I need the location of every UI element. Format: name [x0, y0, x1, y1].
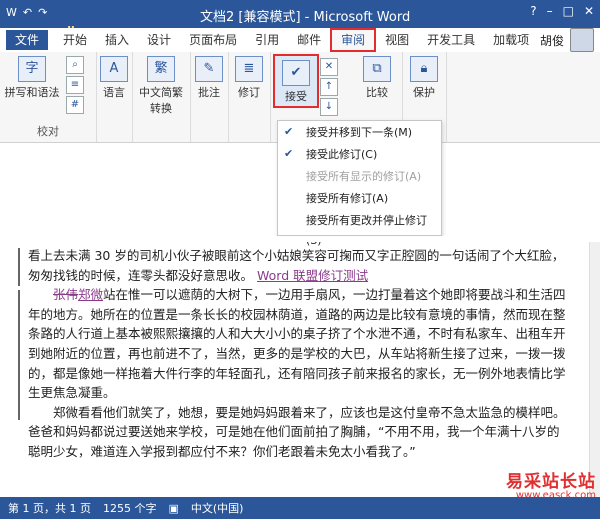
user-name[interactable]: 胡俊 — [540, 32, 564, 49]
menu-item-accept-this[interactable]: ✔ 接受此修订(C) — [278, 145, 441, 165]
paragraph-3: 郑微看看他们就笑了，她想，要是她妈妈跟着来了，应该也是这付皇帝不急太监急的模样吧… — [28, 403, 568, 462]
inserted-revision: 郑微 — [78, 287, 104, 303]
comments-group: ✎ 批注 — [190, 52, 229, 142]
comments-label: 批注 — [198, 86, 220, 99]
compare-button[interactable]: ⧉ 比较 — [360, 56, 394, 100]
menu-item-accept-all-stop[interactable]: 接受所有更改并停止修订(S) — [278, 211, 441, 247]
tab-insert[interactable]: 插入 — [96, 30, 138, 50]
menu-item-accept-all-shown: 接受所有显示的修订(A) — [278, 167, 441, 187]
avatar[interactable] — [570, 28, 594, 52]
research-icon[interactable]: ⌕ — [66, 56, 84, 74]
track-changes-icon: ≣ — [235, 56, 263, 82]
close-button[interactable]: ✕ — [584, 4, 594, 18]
proofing-group-label: 校对 — [37, 125, 59, 138]
tab-addins[interactable]: 加载项 — [484, 30, 538, 50]
comment-icon: ✎ — [195, 56, 223, 82]
tab-developer[interactable]: 开发工具 — [418, 30, 484, 50]
change-bar — [18, 248, 20, 286]
chinese-convert-label: 中文简繁转换 — [139, 86, 183, 115]
word-logo-icon: W — [6, 6, 17, 19]
protect-button[interactable]: 🔒︎ 保护 — [406, 56, 442, 100]
chinese-convert-icon: 繁 — [147, 56, 175, 82]
restore-button[interactable]: □ — [563, 4, 574, 18]
spelling-label: 拼写和语法 — [4, 86, 60, 99]
proofing-group: 字 拼写和语法 ⌕ ≡ # 校对 — [0, 52, 97, 142]
document-body[interactable]: 看上去未满 30 岁的司机小伙子被眼前这个小姑娘笑容可掬而又字正腔圆的一句话闹了… — [28, 246, 568, 462]
site-logo: 易采站长站 — [506, 472, 596, 492]
language-icon: A — [100, 56, 128, 82]
tracking-button[interactable]: ≣ 修订 — [232, 56, 266, 100]
accept-this-icon: ✔ — [284, 147, 294, 160]
next-change-icon[interactable]: ↓ — [320, 98, 338, 116]
tab-review[interactable]: 审阅 — [330, 28, 377, 52]
accept-dropdown-menu: ✔ 接受并移到下一条(M) ✔ 接受此修订(C) 接受所有显示的修订(A) 接受… — [277, 120, 442, 247]
menu-item-label: 接受此修订(C) — [306, 148, 378, 161]
language-button[interactable]: A 语言 — [98, 56, 130, 100]
window-controls: ? – □ ✕ — [530, 4, 594, 18]
chinese-convert-group: 繁 中文简繁转换 — [132, 52, 191, 142]
spelling-button[interactable]: 字 拼写和语法 — [4, 56, 60, 100]
compare-label: 比较 — [366, 86, 388, 99]
undo-icon[interactable]: ↶ — [23, 6, 32, 19]
proofing-status-icon[interactable]: ▣ — [168, 502, 178, 515]
tracking-group: ≣ 修订 — [228, 52, 271, 142]
menu-item-label: 接受所有修订(A) — [306, 192, 389, 205]
deleted-revision: 张伟 — [53, 287, 79, 303]
redo-icon[interactable]: ↷ — [38, 6, 47, 19]
tab-design[interactable]: 设计 — [138, 30, 180, 50]
quick-access-toolbar: W ↶ ↷ — [6, 6, 47, 19]
paragraph-1: 看上去未满 30 岁的司机小伙子被眼前这个小姑娘笑容可掬而又字正腔圆的一句话闹了… — [28, 246, 568, 285]
window-title: 文档2 [兼容模式] - Microsoft Word — [200, 10, 411, 25]
paragraph-text: 郑微看看他们就笑了，她想，要是她妈妈跟着来了，应该也是这付皇帝不急太监急的模样吧… — [28, 404, 566, 459]
accept-check-icon: ✔ — [282, 60, 310, 86]
inserted-revision: Word 联盟修订测试 — [257, 267, 369, 283]
compare-icon: ⧉ — [363, 56, 391, 82]
page-count[interactable]: 第 1 页，共 1 页 — [8, 500, 91, 516]
accept-label: 接受 — [285, 90, 307, 103]
minimize-button[interactable]: – — [547, 4, 553, 18]
tab-view[interactable]: 视图 — [376, 30, 418, 50]
paragraph-2: 张伟郑微站在惟一可以遮荫的大树下，一边用手扇风，一边打量着这个她即将要战斗和生活… — [28, 285, 568, 403]
lock-icon: 🔒︎ — [410, 56, 438, 82]
previous-change-icon[interactable]: ↑ — [320, 78, 338, 96]
change-bar — [18, 290, 20, 420]
ribbon-tabs: 文件 开始 插入 设计 页面布局 引用 邮件 审阅 视图 开发工具 加载项 胡俊 — [0, 28, 600, 53]
vertical-scrollbar[interactable] — [589, 242, 600, 497]
reject-icon[interactable]: ✕ — [320, 58, 338, 76]
menu-item-label: 接受所有更改并停止修订(S) — [306, 214, 427, 247]
accept-button[interactable]: ✔ 接受 — [273, 54, 319, 108]
accept-move-icon: ✔ — [284, 125, 294, 138]
menu-item-accept-all[interactable]: 接受所有修订(A) — [278, 189, 441, 209]
tab-layout[interactable]: 页面布局 — [180, 30, 246, 50]
menu-item-label: 接受所有显示的修订(A) — [306, 170, 422, 183]
protect-label: 保护 — [413, 86, 435, 99]
accept-button-content: ✔ 接受 — [275, 60, 317, 104]
ruler — [0, 236, 600, 242]
thesaurus-icon[interactable]: ≡ — [66, 76, 84, 94]
menu-item-label: 接受并移到下一条(M) — [306, 126, 413, 139]
tab-mailings[interactable]: 邮件 — [288, 30, 330, 50]
language-status[interactable]: 中文(中国) — [191, 500, 244, 516]
tab-references[interactable]: 引用 — [246, 30, 288, 50]
paragraph-text: 站在惟一可以遮荫的大树下，一边用手扇风，一边打量着这个她即将要战斗和生活四年的地… — [28, 287, 566, 401]
comments-button[interactable]: ✎ 批注 — [192, 56, 226, 100]
menu-item-accept-and-move[interactable]: ✔ 接受并移到下一条(M) — [278, 123, 441, 143]
user-area: 胡俊 — [540, 28, 600, 52]
tab-home[interactable]: 开始 — [54, 30, 96, 50]
chinese-convert-button[interactable]: 繁 中文简繁转换 — [134, 56, 188, 116]
tracking-label: 修订 — [238, 86, 260, 99]
language-group: A 语言 — [96, 52, 133, 142]
help-button[interactable]: ? — [530, 4, 536, 18]
tab-file[interactable]: 文件 — [6, 30, 49, 50]
language-label: 语言 — [103, 86, 125, 99]
spelling-icon: 字 — [18, 56, 46, 82]
status-bar: 第 1 页，共 1 页 1255 个字 ▣ 中文(中国) — [0, 497, 600, 519]
word-count-icon[interactable]: # — [66, 96, 84, 114]
word-count[interactable]: 1255 个字 — [103, 500, 157, 516]
